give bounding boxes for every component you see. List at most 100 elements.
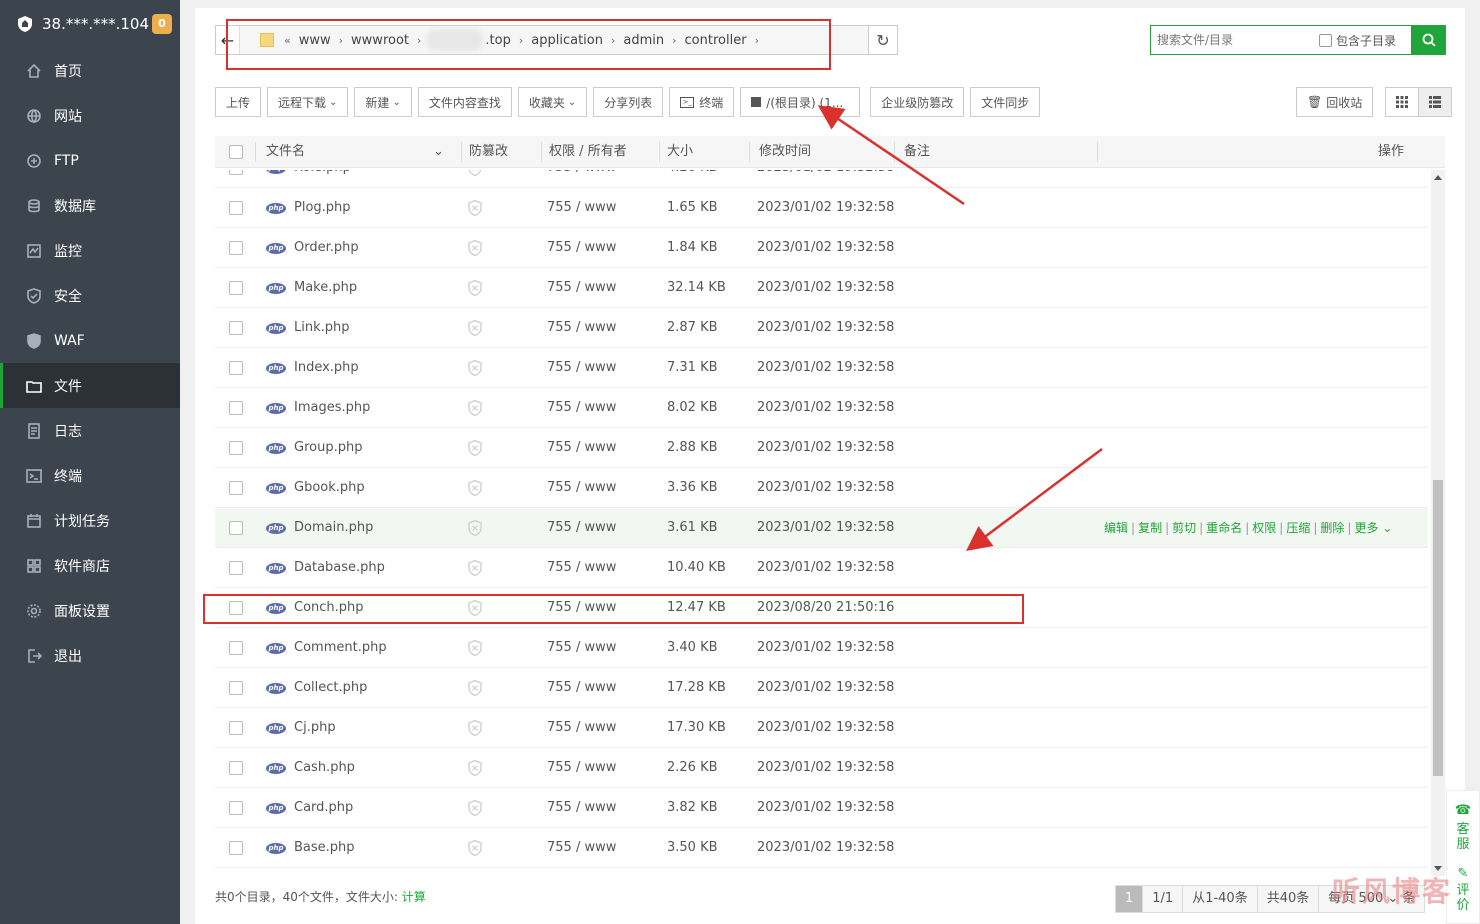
sidebar-item-calendar[interactable]: 计划任务 — [0, 498, 180, 543]
file-permission[interactable]: 755 / www — [547, 828, 616, 868]
favorites-button[interactable]: 收藏夹 ⌄ — [517, 87, 588, 117]
file-name[interactable]: Index.php — [294, 348, 359, 388]
file-name[interactable]: Database.php — [294, 548, 385, 588]
row-checkbox[interactable] — [229, 561, 243, 575]
table-row[interactable]: php Database.php 755 / www 10.40 KB 2023/01/… — [215, 548, 1428, 588]
search-input[interactable] — [1151, 27, 1319, 53]
file-name[interactable]: Collect.php — [294, 668, 367, 708]
row-checkbox[interactable] — [229, 441, 243, 455]
file-permission[interactable]: 755 / www — [547, 628, 616, 668]
tamper-protection-button[interactable]: 企业级防篡改 — [870, 87, 965, 117]
page-current[interactable]: 1 — [1115, 885, 1144, 913]
file-name[interactable]: Cash.php — [294, 748, 355, 788]
row-checkbox[interactable] — [229, 401, 243, 415]
file-name[interactable]: Group.php — [294, 428, 362, 468]
upload-button[interactable]: 上传 — [215, 87, 262, 117]
tamper-shield-icon[interactable] — [466, 559, 484, 577]
tamper-shield-icon[interactable] — [466, 319, 484, 337]
sidebar-item-terminal[interactable]: 终端 — [0, 453, 180, 498]
file-name[interactable]: Role.php — [294, 170, 351, 188]
tamper-shield-icon[interactable] — [466, 759, 484, 777]
file-permission[interactable]: 755 / www — [547, 188, 616, 228]
scrollbar-thumb[interactable] — [1433, 480, 1443, 776]
new-button[interactable]: 新建 ⌄ — [354, 87, 412, 117]
op-7[interactable]: 更多 — [1354, 521, 1378, 535]
row-checkbox[interactable] — [229, 761, 243, 775]
file-permission[interactable]: 755 / www — [547, 668, 616, 708]
table-row[interactable]: php Collect.php 755 / www 17.28 KB 2023/01/0… — [215, 668, 1428, 708]
op-1[interactable]: 复制 — [1138, 521, 1162, 535]
op-6[interactable]: 删除 — [1320, 521, 1344, 535]
sidebar-item-ftp[interactable]: FTP — [0, 138, 180, 183]
row-checkbox[interactable] — [229, 281, 243, 295]
sidebar-item-waf[interactable]: WAF — [0, 318, 180, 363]
file-permission[interactable]: 755 / www — [547, 548, 616, 588]
table-row[interactable]: php Role.php 755 / www 4.20 KB 2023/01/02 19… — [215, 170, 1428, 188]
table-row[interactable]: php Make.php 755 / www 32.14 KB 2023/01/02 1… — [215, 268, 1428, 308]
file-name[interactable]: Images.php — [294, 388, 370, 428]
refresh-icon[interactable]: ↻ — [868, 25, 898, 55]
table-row[interactable]: php Comment.php 755 / www 3.40 KB 2023/01/02… — [215, 628, 1428, 668]
file-permission[interactable]: 755 / www — [547, 428, 616, 468]
row-checkbox[interactable] — [229, 170, 243, 175]
tamper-shield-icon[interactable] — [466, 399, 484, 417]
sidebar-item-database[interactable]: 数据库 — [0, 183, 180, 228]
row-checkbox[interactable] — [229, 241, 243, 255]
file-name[interactable]: Make.php — [294, 268, 357, 308]
file-permission[interactable]: 755 / www — [547, 788, 616, 828]
tamper-shield-icon[interactable] — [466, 439, 484, 457]
header-size[interactable]: 大小 — [667, 136, 693, 168]
file-permission[interactable]: 755 / www — [547, 170, 616, 188]
tamper-shield-icon[interactable] — [466, 679, 484, 697]
search-button[interactable] — [1412, 25, 1446, 55]
table-row[interactable]: php Link.php 755 / www 2.87 KB 2023/01/02 19… — [215, 308, 1428, 348]
tamper-shield-icon[interactable] — [466, 519, 484, 537]
include-subdir-checkbox[interactable]: 包含子目录 — [1319, 32, 1396, 49]
chevron-down-icon[interactable]: ⌄ — [433, 136, 444, 168]
row-checkbox[interactable] — [229, 521, 243, 535]
disk-button[interactable]: /(根目录) (1... — [740, 87, 861, 117]
row-checkbox[interactable] — [229, 801, 243, 815]
row-checkbox[interactable] — [229, 841, 243, 855]
file-name[interactable]: Base.php — [294, 828, 355, 868]
file-name[interactable]: Plog.php — [294, 188, 351, 228]
header-name[interactable]: 文件名 — [266, 136, 305, 168]
table-row[interactable]: php Group.php 755 / www 2.88 KB 2023/01/02 1… — [215, 428, 1428, 468]
sidebar-item-home[interactable]: 首页 — [0, 48, 180, 93]
select-all-checkbox[interactable] — [229, 145, 243, 159]
sidebar-item-shield[interactable]: 安全 — [0, 273, 180, 318]
file-permission[interactable]: 755 / www — [547, 748, 616, 788]
scroll-up-icon[interactable] — [1434, 175, 1442, 180]
file-permission[interactable]: 755 / www — [547, 708, 616, 748]
tamper-shield-icon[interactable] — [466, 839, 484, 857]
table-row[interactable]: php Images.php 755 / www 8.02 KB 2023/01/02 … — [215, 388, 1428, 428]
file-name[interactable]: Cj.php — [294, 708, 336, 748]
file-permission[interactable]: 755 / www — [547, 468, 616, 508]
row-checkbox[interactable] — [229, 481, 243, 495]
op-2[interactable]: 剪切 — [1172, 521, 1196, 535]
recycle-bin-button[interactable]: 🗑 回收站 — [1296, 87, 1374, 117]
tamper-shield-icon[interactable] — [466, 199, 484, 217]
file-name[interactable]: Card.php — [294, 788, 353, 828]
op-4[interactable]: 权限 — [1252, 521, 1276, 535]
list-view-button[interactable] — [1418, 87, 1453, 117]
table-row[interactable]: php Plog.php 755 / www 1.65 KB 2023/01/02 19… — [215, 188, 1428, 228]
sidebar-item-gear[interactable]: 面板设置 — [0, 588, 180, 633]
sidebar-item-log[interactable]: 日志 — [0, 408, 180, 453]
tamper-shield-icon[interactable] — [466, 279, 484, 297]
row-checkbox[interactable] — [229, 641, 243, 655]
file-name[interactable]: Order.php — [294, 228, 359, 268]
table-row[interactable]: php Cj.php 755 / www 17.30 KB 2023/01/02 19:… — [215, 708, 1428, 748]
tamper-shield-icon[interactable] — [466, 359, 484, 377]
sidebar-item-globe[interactable]: 网站 — [0, 93, 180, 138]
tamper-shield-icon[interactable] — [466, 799, 484, 817]
sidebar-item-grid[interactable]: 软件商店 — [0, 543, 180, 588]
table-row[interactable]: php Cash.php 755 / www 2.26 KB 2023/01/02 19… — [215, 748, 1428, 788]
file-permission[interactable]: 755 / www — [547, 268, 616, 308]
sidebar-item-folder[interactable]: 文件 — [0, 363, 180, 408]
file-name[interactable]: Comment.php — [294, 628, 387, 668]
table-row[interactable]: php Domain.php 755 / www 3.61 KB 2023/01/02 … — [215, 508, 1428, 548]
file-permission[interactable]: 755 / www — [547, 348, 616, 388]
notification-badge[interactable]: 0 — [152, 14, 172, 34]
file-permission[interactable]: 755 / www — [547, 508, 616, 548]
